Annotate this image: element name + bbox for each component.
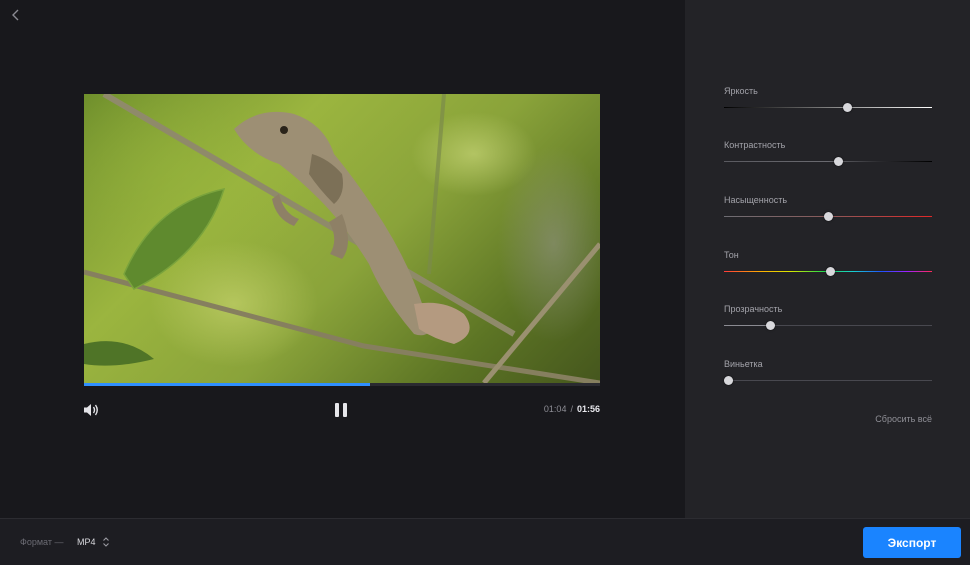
playback-progress-fill: [84, 383, 371, 386]
brightness-label: Яркость: [724, 86, 758, 96]
brightness-slider[interactable]: [724, 103, 932, 113]
contrast-knob[interactable]: [834, 157, 844, 166]
vignette-knob[interactable]: [724, 376, 734, 385]
contrast-slider[interactable]: [724, 157, 932, 167]
pause-icon[interactable]: [334, 402, 349, 418]
hue-control: Тон: [724, 250, 932, 276]
total-time: 01:56: [576, 404, 600, 414]
opacity-label: Прозрачность: [724, 304, 783, 314]
reset-all-button[interactable]: Сбросить всё: [875, 414, 932, 424]
contrast-track: [724, 161, 932, 162]
saturation-control: Насыщенность: [724, 195, 932, 221]
current-time: 01:04: [543, 404, 567, 414]
format-label: Формат —: [20, 537, 64, 547]
time-readout: 01:04/01:56: [520, 404, 600, 414]
footer-bar: Формат — MP4 Экспорт: [0, 518, 970, 565]
brightness-track: [724, 107, 932, 108]
saturation-label: Насыщенность: [724, 195, 788, 205]
contrast-control: Контрастность: [724, 140, 932, 166]
vignette-control: Виньетка: [724, 359, 932, 385]
lizard-illustration: [84, 94, 600, 383]
saturation-knob[interactable]: [824, 212, 833, 221]
brightness-knob[interactable]: [842, 103, 852, 112]
updown-arrows-icon[interactable]: [102, 535, 110, 547]
vignette-label: Виньетка: [724, 359, 763, 369]
opacity-knob[interactable]: [765, 321, 775, 330]
vignette-slider[interactable]: [724, 376, 932, 386]
hue-slider[interactable]: [724, 267, 932, 277]
opacity-track: [724, 325, 932, 326]
hue-label: Тон: [724, 250, 739, 260]
format-select-value[interactable]: MP4: [77, 537, 96, 547]
back-chevron-icon[interactable]: [8, 6, 24, 24]
playback-progress[interactable]: [84, 383, 600, 386]
editor-main-area: 01:04/01:56: [0, 0, 685, 518]
volume-icon[interactable]: [82, 402, 100, 418]
contrast-label: Контрастность: [724, 140, 786, 150]
adjustments-panel: Яркость Контрастность Насыщенность Тон П…: [685, 0, 970, 518]
opacity-slider[interactable]: [724, 321, 932, 331]
opacity-control: Прозрачность: [724, 304, 932, 330]
video-preview[interactable]: [84, 94, 600, 383]
saturation-slider[interactable]: [724, 212, 932, 222]
time-separator: /: [570, 404, 573, 414]
hue-knob[interactable]: [826, 267, 836, 276]
vignette-track: [724, 380, 932, 381]
export-button[interactable]: Экспорт: [863, 527, 961, 558]
brightness-control: Яркость: [724, 86, 932, 112]
